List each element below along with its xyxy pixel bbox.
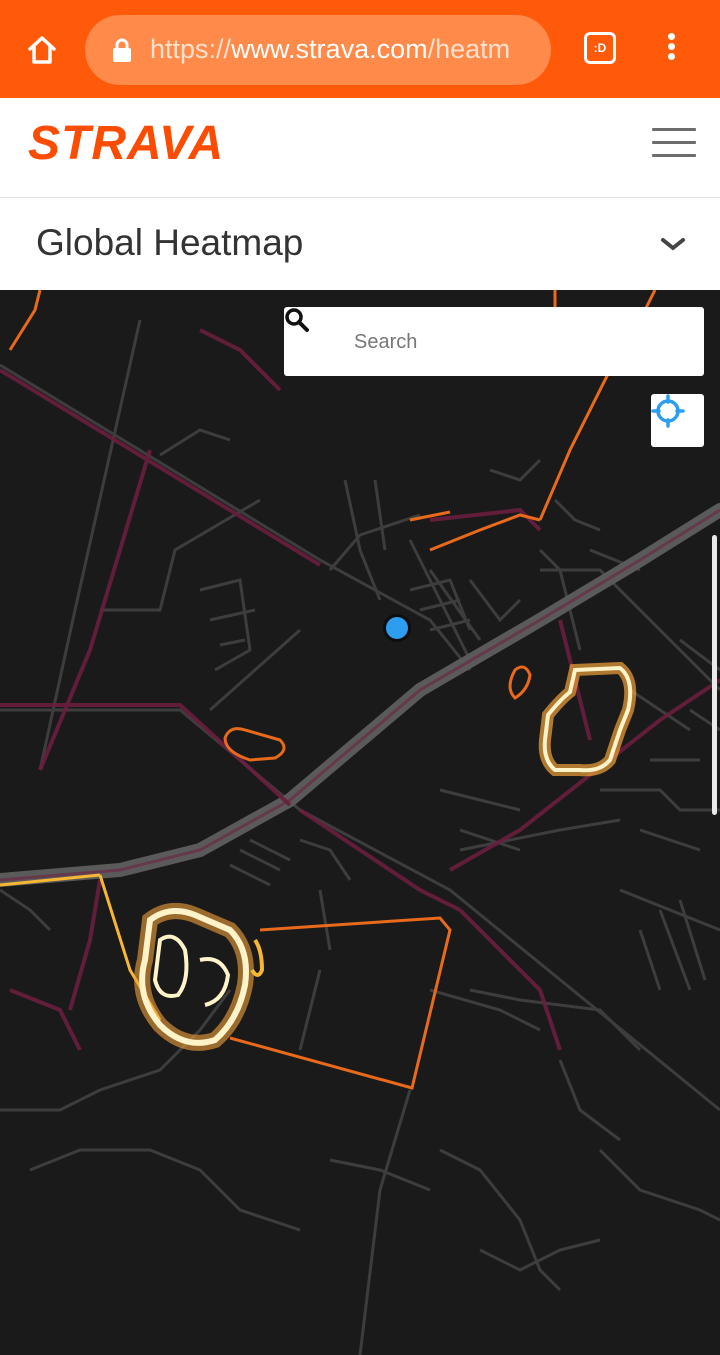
url-path: /heatm <box>427 34 511 64</box>
url-scheme: https:// <box>150 34 232 64</box>
heat-high-route <box>0 873 162 1021</box>
heatmap-map[interactable] <box>0 290 720 1355</box>
page-title: Global Heatmap <box>36 222 304 263</box>
heat-mid <box>8 290 657 1090</box>
search-box[interactable] <box>284 307 704 378</box>
lock-icon <box>113 38 131 62</box>
hamburger-menu-icon[interactable] <box>652 128 696 164</box>
locate-button[interactable] <box>651 394 704 447</box>
scrollbar[interactable] <box>712 535 717 815</box>
chevron-down-icon[interactable] <box>658 234 688 254</box>
more-vert-icon[interactable] <box>656 30 686 66</box>
search-icon[interactable] <box>284 307 310 333</box>
strava-logo[interactable]: STRAVA <box>28 116 224 171</box>
home-button[interactable] <box>20 28 64 72</box>
tabs-button[interactable]: :D <box>584 32 616 64</box>
url-host: www.strava.com <box>231 34 428 64</box>
home-icon <box>28 36 56 64</box>
search-input[interactable] <box>352 307 696 378</box>
current-location-dot <box>383 614 411 642</box>
url-text[interactable]: https://www.strava.com/heatm <box>150 34 510 65</box>
map-canvas[interactable] <box>0 290 720 1355</box>
browser-toolbar: https://www.strava.com/heatm :D <box>0 0 720 98</box>
street-network <box>0 319 720 1355</box>
highway <box>0 503 720 887</box>
url-bar[interactable]: https://www.strava.com/heatm <box>85 15 551 85</box>
tabs-icon: :D <box>593 41 607 55</box>
site-header: STRAVA <box>0 98 720 198</box>
heat-low <box>0 328 720 1051</box>
crosshair-locate-icon <box>651 394 685 428</box>
title-bar[interactable]: Global Heatmap <box>0 198 720 290</box>
